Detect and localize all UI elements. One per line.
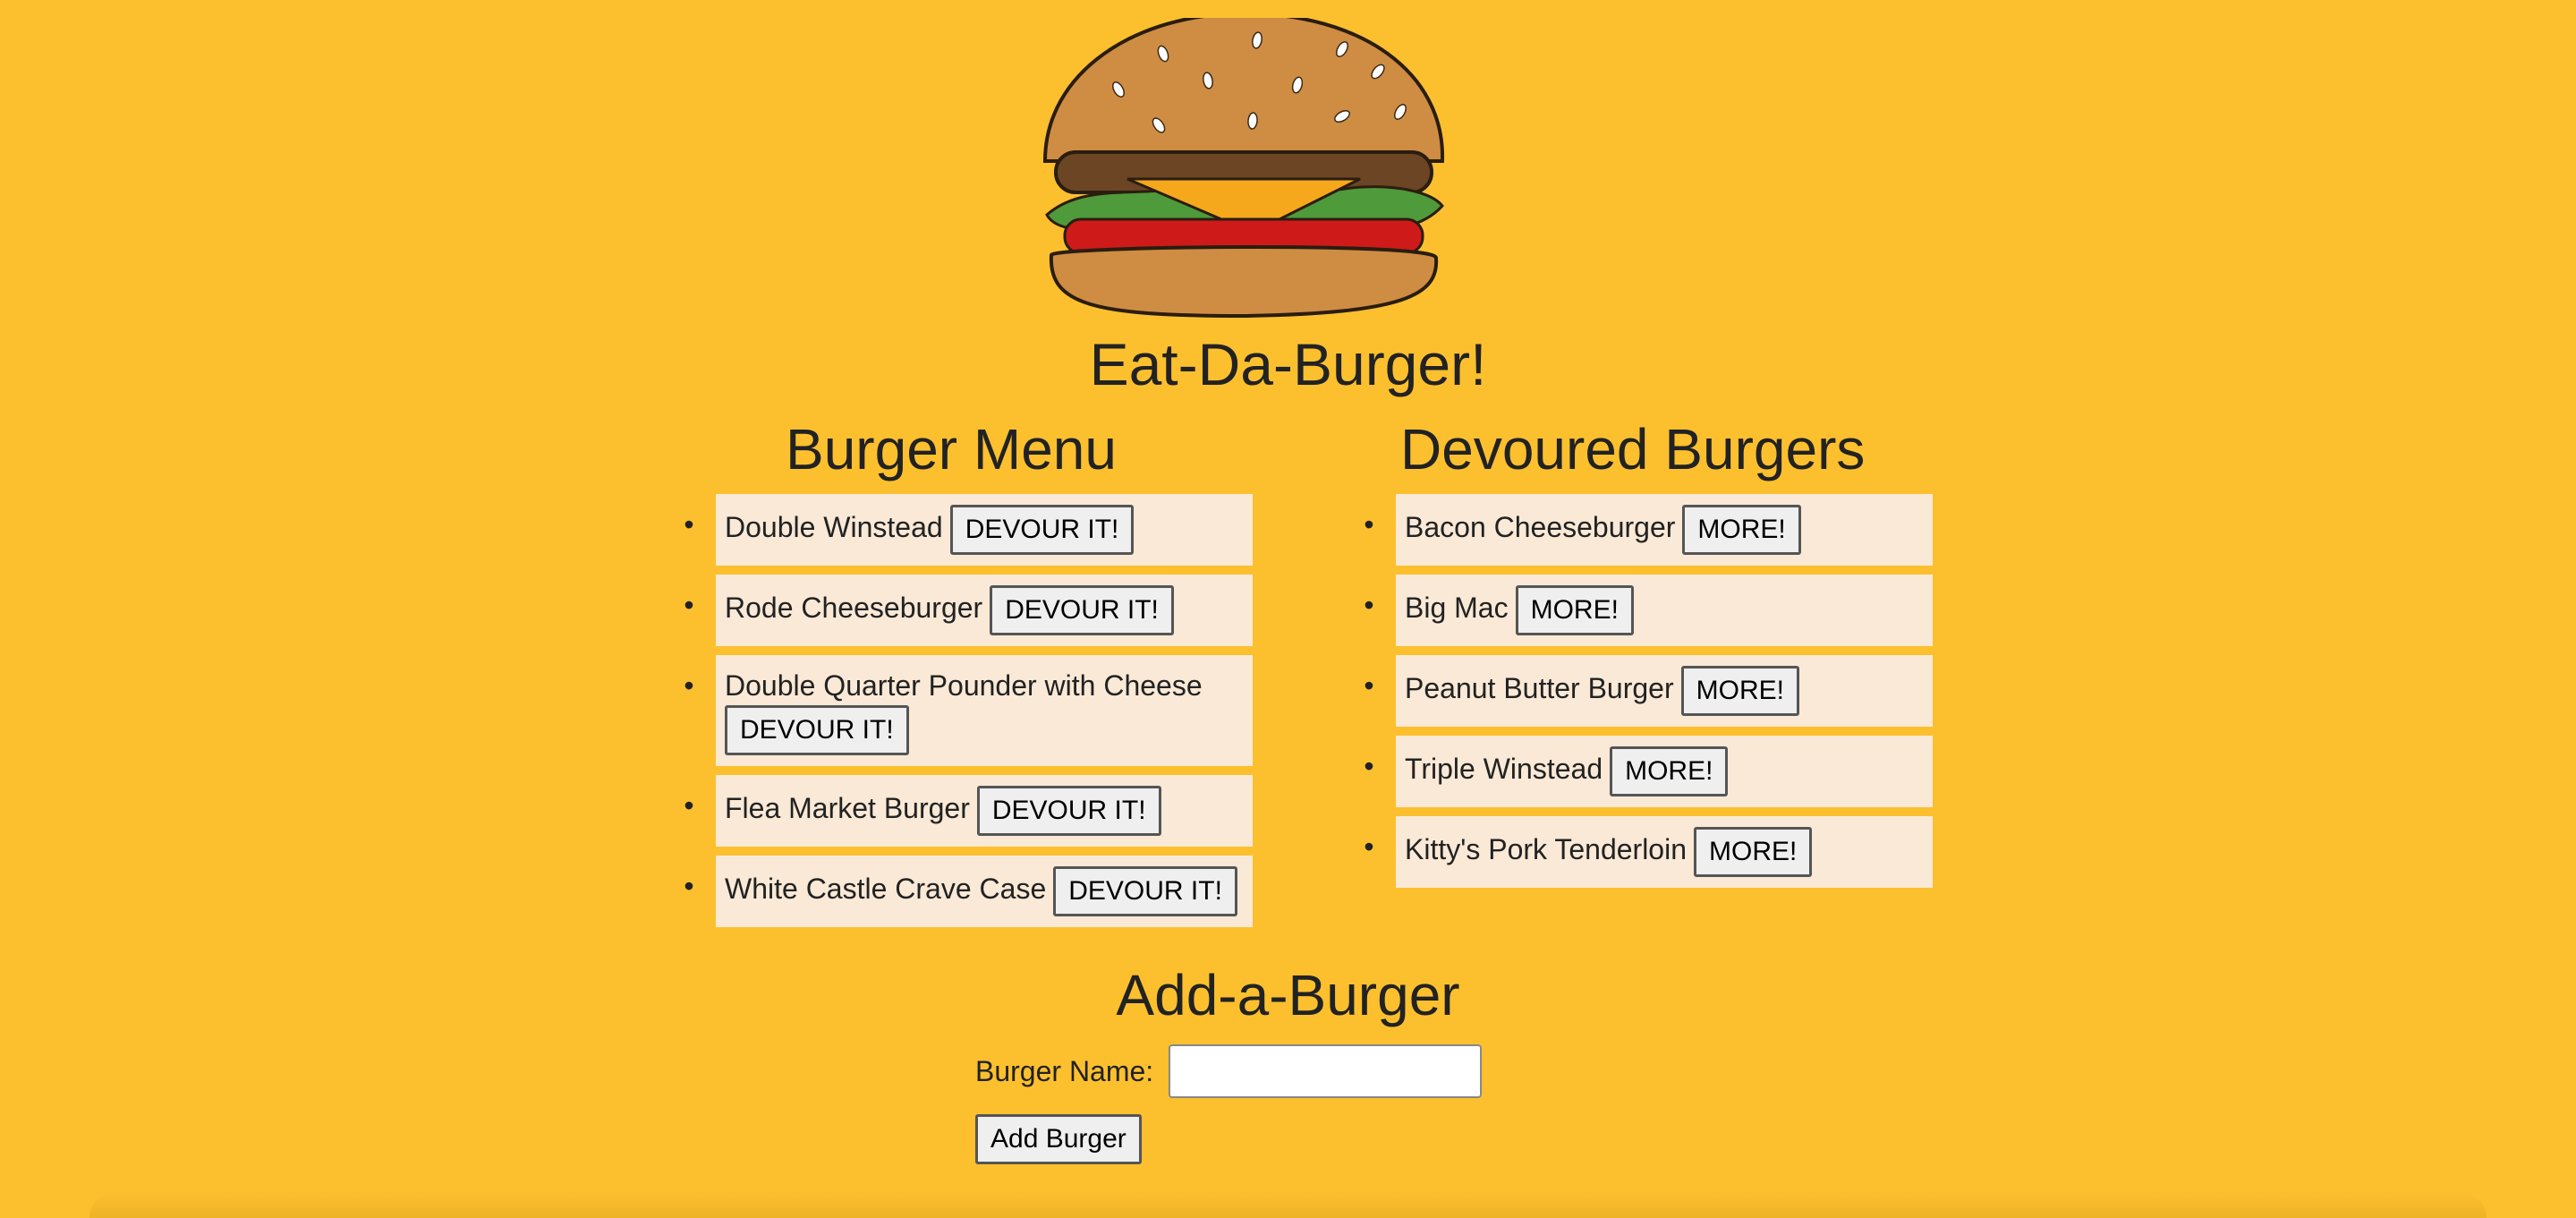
more-button[interactable]: MORE! [1515, 585, 1634, 635]
list-item: • White Castle Crave Case DEVOUR IT! [684, 856, 1253, 927]
bullet: • [684, 870, 694, 902]
page-title: Eat-Da-Burger! [1089, 331, 1487, 397]
burger-icon [1042, 18, 1445, 319]
bullet: • [684, 789, 694, 822]
burger-name: Big Mac [1405, 592, 1509, 625]
devour-button[interactable]: DEVOUR IT! [1053, 866, 1237, 916]
bullet: • [1364, 830, 1374, 863]
burger-name: Peanut Butter Burger [1405, 672, 1674, 705]
more-button[interactable]: MORE! [1682, 505, 1801, 555]
list-item: • Flea Market Burger DEVOUR IT! [684, 775, 1253, 847]
list-item: • Rode Cheeseburger DEVOUR IT! [684, 575, 1253, 646]
list-item: • Big Mac MORE! [1364, 575, 1933, 646]
burger-name: Kitty's Pork Tenderloin [1405, 833, 1687, 866]
bottom-shadow [89, 1191, 2487, 1218]
list-item: • Peanut Butter Burger MORE! [1364, 655, 1933, 727]
burger-menu-list: • Double Winstead DEVOUR IT! • Rode Chees… [680, 494, 1253, 936]
more-button[interactable]: MORE! [1610, 746, 1729, 796]
bullet: • [684, 589, 694, 621]
devoured-burgers-heading: Devoured Burgers [1400, 417, 1866, 481]
page: Eat-Da-Burger! Burger Menu Devoured Burg… [0, 0, 2576, 1218]
add-burger-heading: Add-a-Burger [1116, 963, 1460, 1027]
list-item: • Bacon Cheeseburger MORE! [1364, 494, 1933, 566]
burger-menu-heading: Burger Menu [786, 417, 1117, 481]
more-button[interactable]: MORE! [1694, 827, 1813, 877]
devour-button[interactable]: DEVOUR IT! [990, 585, 1174, 635]
list-item: • Triple Winstead MORE! [1364, 736, 1933, 807]
more-button[interactable]: MORE! [1680, 666, 1799, 716]
bullet: • [1364, 508, 1374, 541]
devoured-burgers-list: • Bacon Cheeseburger MORE! • Big Mac MORE!… [1360, 494, 1933, 897]
bullet: • [1364, 669, 1374, 702]
burger-name: Flea Market Burger [725, 792, 970, 825]
list-item: • Double Quarter Pounder with CheeseDEVO… [684, 655, 1253, 766]
burger-name-label: Burger Name: [975, 1054, 1154, 1087]
add-burger-button[interactable]: Add Burger [975, 1114, 1142, 1164]
burger-name: White Castle Crave Case [725, 873, 1047, 906]
burger-name: Triple Winstead [1405, 753, 1603, 786]
devour-button[interactable]: DEVOUR IT! [976, 786, 1161, 836]
burger-name-row: Burger Name: [975, 1042, 1483, 1098]
list-item: • Kitty's Pork Tenderloin MORE! [1364, 816, 1933, 888]
burger-name: Bacon Cheeseburger [1405, 511, 1676, 544]
burger-name: Double Quarter Pounder with Cheese [725, 669, 1203, 702]
devour-button[interactable]: DEVOUR IT! [949, 505, 1135, 555]
burger-name-input[interactable] [1169, 1043, 1483, 1098]
list-item: • Double Winstead DEVOUR IT! [684, 494, 1253, 566]
devour-button[interactable]: DEVOUR IT! [725, 705, 909, 755]
burger-name: Rode Cheeseburger [725, 592, 983, 625]
bullet: • [684, 508, 694, 541]
burger-name: Double Winstead [725, 511, 943, 544]
bullet: • [1364, 589, 1374, 621]
bullet: • [684, 669, 694, 702]
bullet: • [1364, 750, 1374, 782]
